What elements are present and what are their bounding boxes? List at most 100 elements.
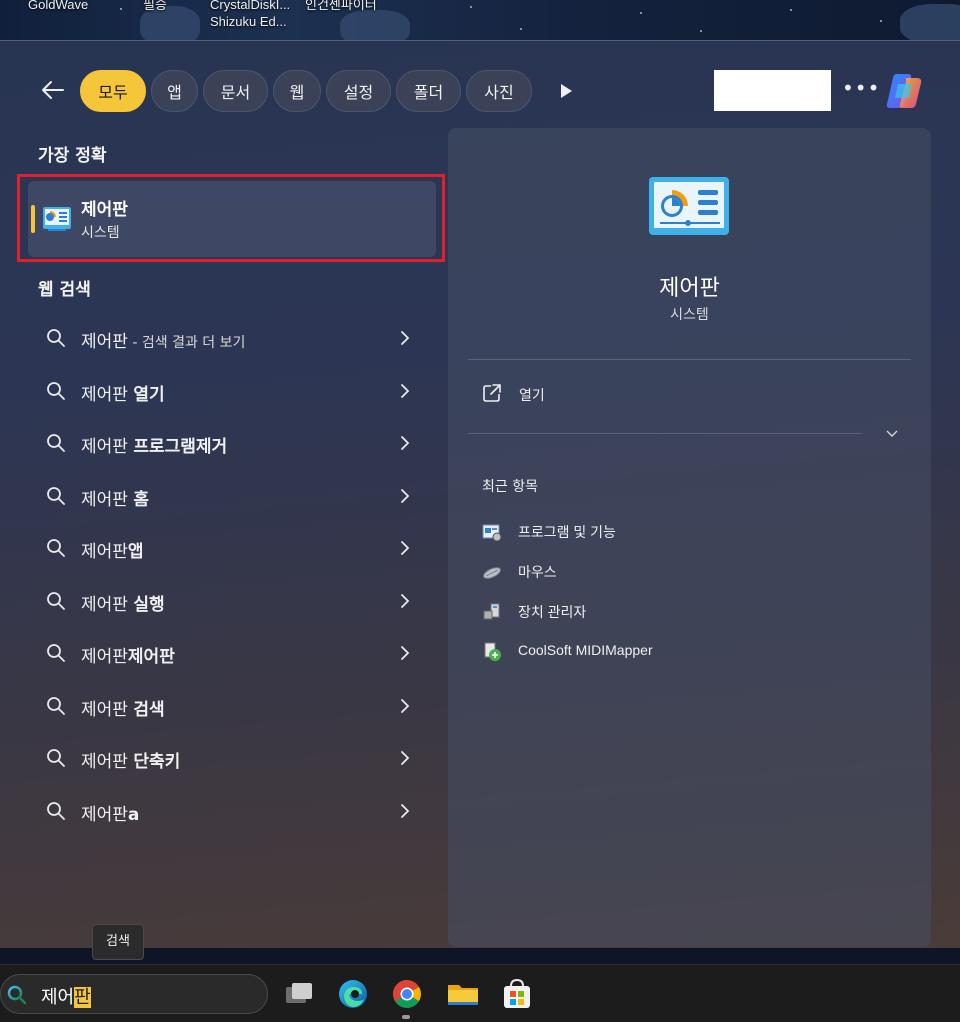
running-indicator bbox=[402, 1015, 410, 1019]
web-search-result[interactable]: 제어판a bbox=[28, 789, 436, 833]
query-prefix: 제어판 bbox=[81, 752, 134, 772]
preview-pane: 제어판 시스템 열기 최근 항목 프로그램 및 기능 마우스 장치 관리자 Co… bbox=[448, 128, 931, 947]
query-prefix: 제어판 bbox=[81, 805, 128, 825]
divider bbox=[468, 433, 862, 434]
search-composing-char: 판 bbox=[74, 987, 91, 1008]
filter-tab-apps[interactable]: 앱 bbox=[151, 70, 198, 112]
chevron-right-icon bbox=[401, 699, 410, 713]
recent-item-label: CoolSoft MIDIMapper bbox=[518, 642, 653, 658]
open-label: 열기 bbox=[519, 388, 545, 404]
query-prefix: 제어판 bbox=[81, 385, 134, 405]
filter-bar: 모두 앱 문서 웹 설정 폴더 사진 ••• bbox=[0, 41, 960, 127]
more-options-button[interactable]: ••• bbox=[842, 77, 879, 103]
chevron-right-icon bbox=[401, 594, 410, 608]
search-icon bbox=[7, 985, 27, 1005]
web-search-result[interactable]: 제어판 단축키 bbox=[28, 736, 436, 780]
taskbar: 제어판 bbox=[0, 964, 960, 1022]
redacted-box bbox=[714, 70, 831, 111]
filter-tab-all[interactable]: 모두 bbox=[80, 70, 146, 112]
web-search-result[interactable]: 제어판 홈 bbox=[28, 474, 436, 518]
search-icon bbox=[47, 644, 65, 662]
web-search-result[interactable]: 제어판 열기 bbox=[28, 369, 436, 413]
recent-item-label: 마우스 bbox=[518, 564, 557, 580]
web-search-result[interactable]: 제어판 검색 bbox=[28, 684, 436, 728]
web-search-result-label: 제어판 - 검색 결과 더 보기 bbox=[81, 327, 245, 352]
web-search-result-label: 제어판 실행 bbox=[81, 590, 165, 615]
preview-subtitle: 시스템 bbox=[670, 307, 709, 323]
query-prefix: 제어판 bbox=[81, 595, 134, 615]
web-search-result-label: 제어판 프로그램제거 bbox=[81, 432, 227, 457]
chevron-right-icon bbox=[401, 436, 410, 450]
query-suggestion: 앱 bbox=[127, 542, 144, 562]
search-icon bbox=[47, 697, 65, 715]
chevron-right-icon bbox=[401, 751, 410, 765]
web-search-result-label: 제어판 검색 bbox=[81, 695, 165, 720]
desktop-icon-label[interactable]: 필승 bbox=[143, 0, 167, 13]
open-external-icon bbox=[483, 384, 501, 402]
query-suggestion: a bbox=[127, 805, 140, 825]
divider bbox=[468, 359, 911, 360]
search-icon bbox=[47, 539, 65, 557]
query-prefix: 제어판 bbox=[81, 437, 134, 457]
more-filters-arrow-icon[interactable] bbox=[556, 81, 576, 101]
task-view-icon[interactable] bbox=[282, 977, 316, 1011]
chevron-right-icon bbox=[401, 331, 410, 345]
query-suggestion: 단축키 bbox=[133, 752, 181, 772]
web-search-result[interactable]: 제어판앱 bbox=[28, 526, 436, 570]
desktop-icon-label[interactable]: 인건센파이터 bbox=[305, 0, 377, 13]
desktop-background: GoldWave 필승 CrystalDiskI... Shizuku Ed..… bbox=[0, 0, 960, 40]
query-prefix: 제어판 bbox=[81, 700, 134, 720]
search-input[interactable]: 제어판 bbox=[41, 983, 91, 1009]
search-icon bbox=[47, 382, 65, 400]
taskbar-search-box[interactable]: 제어판 bbox=[0, 974, 268, 1014]
back-button[interactable] bbox=[38, 77, 68, 103]
programs-features-icon bbox=[482, 524, 502, 542]
control-panel-large-icon bbox=[649, 177, 729, 235]
web-search-result-label: 제어판 열기 bbox=[81, 380, 165, 405]
highlight-annotation bbox=[17, 174, 445, 262]
midimapper-icon bbox=[484, 642, 501, 661]
filter-tab-settings[interactable]: 설정 bbox=[326, 70, 391, 112]
web-search-result[interactable]: 제어판제어판 bbox=[28, 631, 436, 675]
query-prefix: 제어판 bbox=[81, 647, 128, 667]
search-tooltip: 검색 bbox=[92, 924, 144, 960]
store-icon[interactable] bbox=[500, 977, 534, 1011]
query-suggestion: 제어판 bbox=[127, 647, 175, 667]
desktop-icon-line: CrystalDiskI... bbox=[210, 0, 291, 12]
chevron-down-icon[interactable] bbox=[884, 425, 900, 441]
filter-tab-web[interactable]: 웹 bbox=[273, 70, 321, 112]
filter-tab-photos[interactable]: 사진 bbox=[466, 70, 532, 112]
desktop-icon-label[interactable]: GoldWave bbox=[28, 0, 88, 13]
copilot-icon[interactable] bbox=[884, 70, 926, 112]
file-explorer-icon[interactable] bbox=[446, 977, 480, 1011]
search-icon bbox=[47, 802, 65, 820]
query-suggestion: 검색 bbox=[133, 700, 165, 720]
best-match-title: 가장 정확 bbox=[38, 146, 107, 166]
search-typed-text: 제어 bbox=[41, 987, 75, 1008]
web-search-result[interactable]: 제어판 실행 bbox=[28, 579, 436, 623]
chevron-right-icon bbox=[401, 489, 410, 503]
query-suggestion: 실행 bbox=[133, 595, 165, 615]
mouse-icon bbox=[483, 567, 501, 579]
device-manager-icon bbox=[483, 603, 500, 620]
query-suggestion: 프로그램제거 bbox=[133, 437, 228, 457]
query-prefix: 제어판 bbox=[81, 542, 128, 562]
chrome-icon[interactable] bbox=[390, 977, 424, 1011]
web-search-result[interactable]: 제어판 - 검색 결과 더 보기 bbox=[28, 316, 436, 360]
recent-item-label: 프로그램 및 기능 bbox=[518, 524, 616, 540]
query-prefix: 제어판 bbox=[81, 332, 128, 352]
chevron-right-icon bbox=[401, 384, 410, 398]
desktop-icon-label[interactable]: CrystalDiskI... Shizuku Ed... bbox=[210, 0, 290, 30]
web-search-result[interactable]: 제어판 프로그램제거 bbox=[28, 421, 436, 465]
search-icon bbox=[47, 749, 65, 767]
query-suggestion: 홈 bbox=[133, 490, 149, 510]
filter-tab-folders[interactable]: 폴더 bbox=[396, 70, 461, 112]
edge-icon[interactable] bbox=[336, 977, 370, 1011]
query-hint: - 검색 결과 더 보기 bbox=[127, 335, 246, 351]
search-icon bbox=[47, 592, 65, 610]
chevron-right-icon bbox=[401, 541, 410, 555]
web-search-title: 웹 검색 bbox=[38, 280, 91, 300]
chevron-right-icon bbox=[401, 804, 410, 818]
filter-tab-documents[interactable]: 문서 bbox=[203, 70, 268, 112]
recent-items-title: 최근 항목 bbox=[482, 479, 538, 495]
